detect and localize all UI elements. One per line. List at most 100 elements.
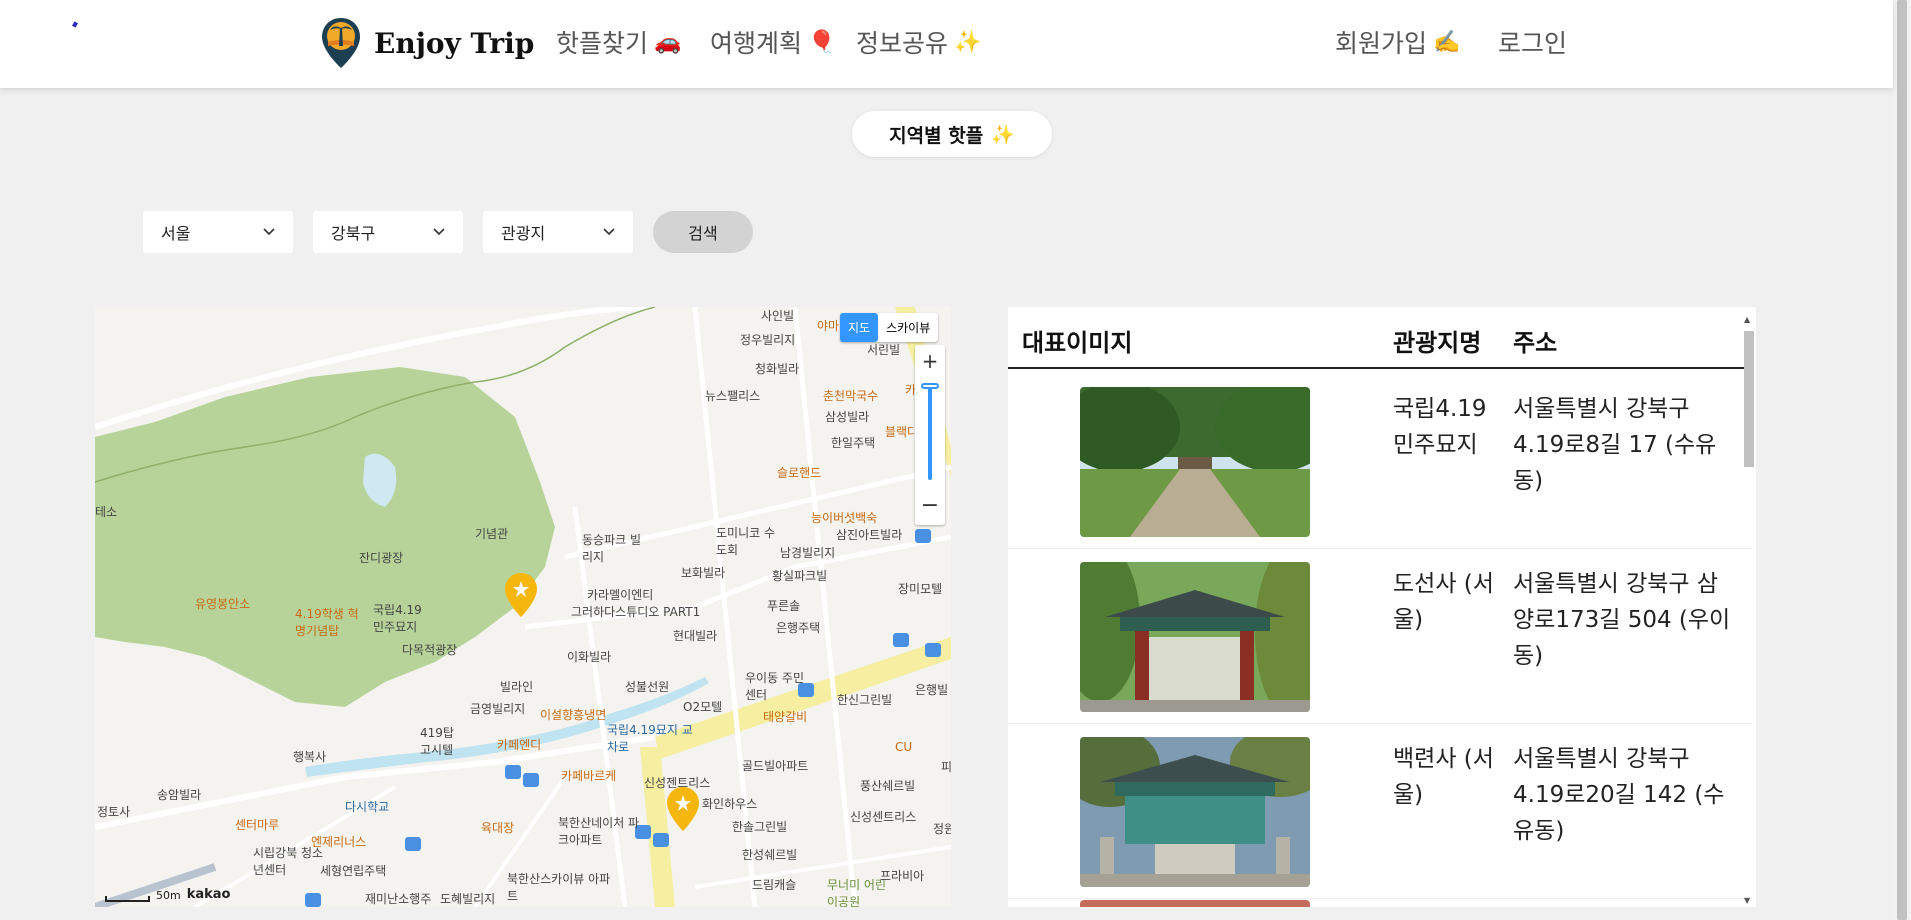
sparkles-icon: ✨ <box>954 29 982 55</box>
table-row[interactable]: 백련사 (서울) 서울특별시 강북구 4.19로20길 142 (수유동) <box>1008 725 1752 899</box>
zoom-out-button[interactable]: − <box>915 493 945 518</box>
map-label: 카라멜이엔티 <box>587 588 654 602</box>
district-select[interactable]: 강북구 <box>313 211 463 253</box>
map-label: 우이동 주민센터 <box>745 671 805 702</box>
map-label: 삼진아트빌라 <box>836 528 903 542</box>
map-label: 기념관 <box>475 527 509 541</box>
map-view[interactable]: 사인빌 야마 서린빌 정우빌리지 청화빌라 뉴스팰리스 춘천막국수 카 삼성빌라… <box>95 307 951 907</box>
zoom-in-button[interactable]: + <box>915 349 945 373</box>
city-select[interactable]: 서울 <box>143 211 293 253</box>
category-select[interactable]: 관광지 <box>483 211 633 253</box>
search-button[interactable]: 검색 <box>653 211 753 253</box>
map-label: 신성젠트리스 <box>644 776 711 790</box>
page-scrollbar[interactable] <box>1893 0 1911 920</box>
map-label: O2모텔 <box>683 700 723 714</box>
map-label: 신성센트리스 <box>850 810 917 824</box>
login-label: 로그인 <box>1498 29 1568 58</box>
table-row[interactable] <box>1008 900 1752 907</box>
map-label: 행복사 <box>293 750 327 764</box>
map-label: 카페바르케 <box>561 769 617 783</box>
page-scrollbar-thumb[interactable] <box>1897 0 1907 920</box>
map-label: 황실파크빌 <box>772 569 828 583</box>
map-provider-logo: kakao <box>186 887 231 902</box>
map-label: 드림캐슬 <box>752 878 797 892</box>
map-label: 419탑 고시텔 <box>420 726 454 757</box>
nav-find-hotplace[interactable]: 핫플찾기 🚗 <box>556 24 681 60</box>
attraction-name: 백련사 (서울) <box>1393 746 1494 808</box>
map-label: 뉴스팰리스 <box>705 389 761 403</box>
map-type-skyview-button[interactable]: 스카이뷰 <box>878 313 938 342</box>
attraction-thumbnail[interactable] <box>1080 737 1310 887</box>
attraction-address: 서울특별시 강북구 삼양로173길 504 (우이동) <box>1513 571 1731 669</box>
column-header-address: 주소 <box>1513 329 1558 357</box>
map-label: 정원 <box>933 822 951 836</box>
nav-travel-plan[interactable]: 여행계획 🎈 <box>710 24 835 60</box>
map-label: 금영빌리지 <box>470 702 526 716</box>
section-title: 지역별 핫플 <box>889 124 984 147</box>
map-label: 육대장 <box>481 821 515 835</box>
table-scrollbar[interactable]: ▲ ▼ <box>1742 315 1756 905</box>
table-header: 대표이미지 관광지명 주소 <box>1008 307 1752 369</box>
map-label: 한일주택 <box>831 436 876 450</box>
district-select-value: 강북구 <box>331 224 376 243</box>
table-row[interactable]: 국립4.19 민주묘지 서울특별시 강북구 4.19로8길 17 (수유동) <box>1008 375 1752 549</box>
attraction-thumbnail[interactable] <box>1080 900 1310 907</box>
map-label: 장미모텔 <box>898 582 943 596</box>
nav-label: 정보공유 <box>856 29 949 58</box>
map-label: 국립4.19 민주묘지 <box>373 603 422 634</box>
map-scale: 50m kakao <box>105 887 231 902</box>
map-label: 골드빌아파트 <box>742 759 809 773</box>
scroll-up-arrow-icon[interactable]: ▲ <box>1744 315 1750 324</box>
balloon-icon: 🎈 <box>808 29 836 55</box>
signup-link[interactable]: 회원가입 ✍️ <box>1335 24 1460 60</box>
signup-label: 회원가입 <box>1335 29 1428 58</box>
map-label: 세형연립주택 <box>320 864 387 878</box>
attraction-name: 도선사 (서울) <box>1393 571 1494 633</box>
section-title-pill: 지역별 핫플 ✨ <box>852 111 1052 157</box>
map-label: 야마 <box>817 319 840 333</box>
nav-label: 핫플찾기 <box>556 29 649 58</box>
attraction-thumbnail[interactable] <box>1080 387 1310 537</box>
login-link[interactable]: 로그인 <box>1498 24 1567 60</box>
map-label: 능이버섯백숙 <box>811 511 878 525</box>
zoom-slider-track[interactable] <box>928 385 932 480</box>
map-label: 빌라인 <box>500 680 534 694</box>
table-scrollbar-thumb[interactable] <box>1744 331 1754 467</box>
zoom-slider-handle[interactable] <box>921 383 939 389</box>
map-pin-logo-icon <box>322 18 360 68</box>
decorative-mark <box>72 21 78 28</box>
nav-share-info[interactable]: 정보공유 ✨ <box>856 24 981 60</box>
map-label: 재미난소행주 <box>365 892 432 906</box>
map-label: 청화빌라 <box>755 362 800 376</box>
scroll-down-arrow-icon[interactable]: ▼ <box>1744 896 1750 905</box>
category-select-value: 관광지 <box>501 224 546 243</box>
map-label: 은행주택 <box>776 621 821 635</box>
table-row[interactable]: 도선사 (서울) 서울특별시 강북구 삼양로173길 504 (우이동) <box>1008 550 1752 724</box>
writing-hand-icon: ✍️ <box>1433 29 1461 55</box>
map-label: 무너미 어린이공원 <box>827 878 887 907</box>
brand-logo[interactable]: Enjoy Trip <box>320 16 534 70</box>
nav-label: 여행계획 <box>710 29 803 58</box>
car-icon: 🚗 <box>654 29 682 55</box>
map-label: 남경빌리지 <box>780 546 836 560</box>
map-label: 삼성빌라 <box>825 410 870 424</box>
map-label: 화인하우스 <box>702 797 758 811</box>
map-label: 도혜빌리지 <box>440 892 496 906</box>
map-label: 사인빌 <box>761 309 795 323</box>
map-label: 국립4.19묘지 교차로 <box>607 723 693 754</box>
map-label: 서린빌 <box>867 343 901 357</box>
attraction-name: 국립4.19 민주묘지 <box>1393 396 1487 458</box>
scale-label: 50m <box>156 889 181 902</box>
map-label: 피 <box>941 760 951 774</box>
map-type-map-button[interactable]: 지도 <box>840 313 879 342</box>
map-label: 한솔그린빌 <box>732 820 788 834</box>
map-label: 테소 <box>95 505 118 519</box>
map-label: 4.19학생 혁명기념탑 <box>295 607 359 638</box>
map-label: 한신그린빌 <box>837 693 893 707</box>
map-label: 은행빌 <box>915 683 949 697</box>
attraction-thumbnail[interactable] <box>1080 562 1310 712</box>
map-label: 다목적광장 <box>402 643 458 657</box>
map-label: 이설향흥냉면 <box>540 708 607 722</box>
map-label: 잔디광장 <box>359 551 404 565</box>
map-label: 센터마루 <box>235 818 280 832</box>
